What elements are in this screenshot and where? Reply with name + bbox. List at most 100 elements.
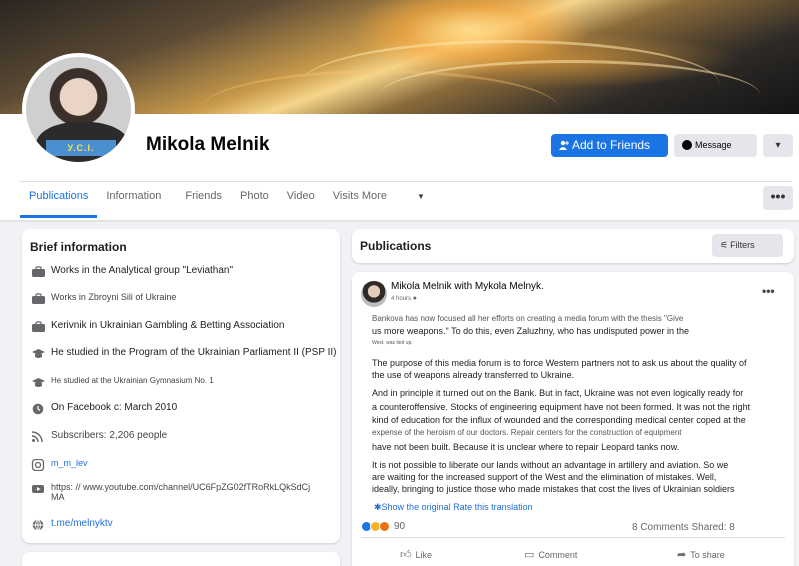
- brief-info-card: Brief information Works in the Analytica…: [22, 229, 340, 543]
- post-text-line: expense of the heroism of our doctors. R…: [372, 428, 682, 437]
- info-text: Works in Zbroyni Sili of Ukraine: [51, 292, 177, 302]
- telegram-link[interactable]: t.me/melnyktv: [51, 518, 113, 529]
- info-row-youtube[interactable]: https: // www.youtube.com/channel/UC6FpZ…: [31, 482, 310, 502]
- profile-tabs: Publications Information Friends Photo V…: [20, 184, 434, 220]
- info-row-work-2: Works in Zbroyni Sili of Ukraine: [31, 292, 176, 305]
- share-icon: ➦: [677, 549, 687, 561]
- info-text: On Facebook c: March 2010: [51, 402, 178, 413]
- publications-header-card: Publications ⚟ Filters: [352, 229, 794, 263]
- info-row-education-2: He studied at the Ukrainian Gymnasium No…: [31, 376, 214, 389]
- info-text: Works in the Analytical group "Leviathan…: [51, 265, 234, 276]
- post-text-line: And in principle it turned out on the Ba…: [372, 388, 744, 398]
- info-text: He studied at the Ukrainian Gymnasium No…: [51, 376, 214, 385]
- add-friend-icon: [559, 140, 569, 150]
- post-text-line: kind of education for the influx of woun…: [372, 415, 746, 425]
- messenger-icon: [682, 140, 692, 150]
- tabs-overflow-button[interactable]: •••: [763, 186, 793, 210]
- dots-icon: •••: [770, 188, 786, 204]
- profile-name: Mikola Melnik: [146, 134, 270, 155]
- info-text: Subscribers: 2,206 people: [51, 430, 168, 441]
- avatar-badge: У.С.І.: [46, 140, 116, 156]
- youtube-icon: [32, 485, 44, 493]
- briefcase-icon: [32, 293, 45, 304]
- tab-more[interactable]: Visits More ▼: [324, 184, 434, 218]
- info-text: Kerivnik in Ukrainian Gambling & Betting…: [51, 320, 285, 331]
- reaction-count: 90: [394, 521, 406, 532]
- tab-photo[interactable]: Photo: [231, 184, 278, 218]
- like-button[interactable]: 👍︎ Like: [400, 548, 432, 561]
- show-original-link[interactable]: ✱Show the original Rate this translation: [374, 502, 533, 513]
- post-text-line: are waiting for the increased support of…: [372, 472, 717, 482]
- info-row-website[interactable]: t.me/melnyktv: [31, 518, 113, 531]
- comment-icon: ▭: [524, 549, 535, 561]
- post-text-line: us more weapons." To do this, even Zaluz…: [372, 326, 690, 336]
- briefcase-icon: [32, 266, 45, 277]
- post-text-line: ideally, bringing to justice those who m…: [372, 484, 735, 494]
- tab-publications[interactable]: Publications: [20, 184, 98, 218]
- angry-reaction-icon: [379, 521, 390, 532]
- caret-down-icon: ▼: [416, 192, 425, 201]
- tab-information[interactable]: Information: [97, 184, 170, 218]
- post-text-line: have not been built. Because it is uncle…: [372, 442, 680, 452]
- reactions-summary[interactable]: 90: [361, 521, 405, 532]
- sliders-icon: ⚟: [720, 240, 729, 250]
- info-text: He studied in the Program of the Ukraini…: [51, 347, 337, 358]
- post-text-line: West, was tied up.: [372, 340, 413, 346]
- post-text-line: the use of weapons already transferred t…: [372, 370, 575, 380]
- graduation-cap-icon: [32, 349, 45, 358]
- translate-icon: ✱: [374, 502, 382, 512]
- profile-more-button[interactable]: ▾: [763, 134, 793, 157]
- post-divider: [361, 537, 785, 538]
- share-label: To share: [690, 550, 725, 560]
- info-row-instagram[interactable]: m_m_lev: [31, 458, 88, 471]
- post-text-line: Bankova has now focused all her efforts …: [372, 314, 684, 323]
- instagram-icon: [31, 459, 45, 471]
- add-friend-label: Add to Friends: [572, 138, 651, 152]
- share-button[interactable]: ➦ To share: [677, 548, 725, 561]
- like-label: Like: [415, 550, 433, 560]
- post-author[interactable]: Mikola Melnik with Mykola Melnyk.: [391, 281, 544, 292]
- post-author-avatar[interactable]: [361, 281, 387, 307]
- secondary-card: [22, 552, 340, 566]
- publications-title: Publications: [360, 239, 432, 253]
- info-row-subscribers: Subscribers: 2,206 people: [31, 430, 167, 443]
- filters-button[interactable]: ⚟ Filters: [712, 234, 783, 257]
- post-time[interactable]: 4 hours ●: [391, 295, 417, 302]
- info-row-work-1: Works in the Analytical group "Leviathan…: [31, 265, 233, 278]
- message-button[interactable]: Message: [674, 134, 757, 157]
- show-original-label: Show the original Rate this translation: [381, 502, 533, 512]
- youtube-url-end: MA: [51, 492, 65, 502]
- youtube-link[interactable]: https: // www.youtube.com/channel/UC6FpZ…: [51, 482, 310, 502]
- comment-label: Comment: [538, 550, 578, 560]
- clock-icon: [32, 403, 44, 415]
- tab-video[interactable]: Video: [278, 184, 324, 218]
- post-text-line: The purpose of this media forum is to fo…: [372, 358, 747, 368]
- youtube-url: https: // www.youtube.com/channel/UC6FpZ…: [51, 482, 311, 492]
- add-friend-button[interactable]: Add to Friends: [551, 134, 668, 157]
- briefcase-icon: [32, 321, 45, 332]
- info-row-education-1: He studied in the Program of the Ukraini…: [31, 347, 337, 360]
- post-card: Mikola Melnik with Mykola Melnyk. 4 hour…: [352, 272, 794, 566]
- tab-more-label: Visits More: [332, 190, 387, 202]
- filters-label: Filters: [730, 240, 755, 250]
- header-divider: [20, 181, 792, 182]
- comment-button[interactable]: ▭ Comment: [524, 548, 577, 561]
- profile-avatar[interactable]: У.С.І.: [22, 53, 135, 166]
- globe-icon: [32, 519, 44, 531]
- post-text-line: It is not possible to liberate our lands…: [372, 460, 729, 470]
- post-options-button[interactable]: •••: [762, 284, 775, 298]
- brief-info-title: Brief information: [30, 240, 127, 254]
- chevron-down-icon: ▾: [775, 140, 781, 151]
- comments-shares-count[interactable]: 8 Comments Shared: 8: [632, 522, 735, 533]
- globe-icon: ●: [412, 295, 417, 302]
- tab-friends[interactable]: Friends: [176, 184, 231, 218]
- instagram-link[interactable]: m_m_lev: [51, 458, 88, 468]
- thumbs-up-icon: 👍︎: [400, 549, 412, 561]
- info-row-work-3: Kerivnik in Ukrainian Gambling & Betting…: [31, 320, 284, 333]
- post-time-text: 4 hours: [391, 296, 412, 302]
- rss-icon: [31, 431, 43, 443]
- info-row-joined: On Facebook c: March 2010: [31, 402, 177, 415]
- graduation-cap-icon: [32, 378, 45, 387]
- message-label: Message: [695, 140, 732, 150]
- post-text-line: a counteroffensive. Stocks of engineerin…: [372, 402, 751, 412]
